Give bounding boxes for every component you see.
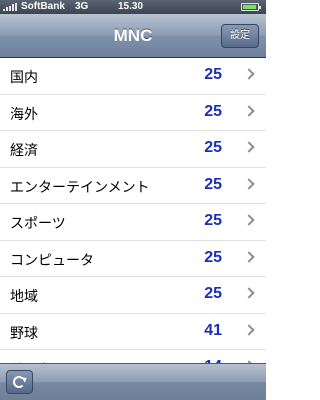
refresh-icon [13, 376, 25, 388]
bottom-toolbar [0, 363, 266, 400]
article-count: 25 [204, 139, 222, 156]
category-label: コンピュータ [10, 252, 94, 269]
category-list: 国内 25 海外 25 経済 25 エンターテインメント 25 スポーツ 25 コンピュータ 25 地域… [0, 58, 266, 363]
category-label: 国内 [10, 70, 38, 86]
battery-level [243, 5, 256, 9]
chevron-right-icon [243, 287, 255, 299]
list-item[interactable]: 国内 25 [0, 58, 266, 95]
chevron-right-icon [243, 141, 255, 153]
chevron-right-icon [243, 177, 255, 190]
category-label: 地域 [10, 289, 38, 305]
list-item[interactable]: 野球 41 [0, 313, 266, 350]
list-item[interactable]: エンターテインメント 25 [0, 167, 266, 204]
navigation-bar: MNC 設定 [0, 14, 266, 58]
article-count: 25 [204, 248, 222, 266]
list-item[interactable]: コンピュータ 25 [0, 240, 266, 277]
category-label: 経済 [10, 143, 38, 159]
battery-icon [241, 3, 261, 11]
category-label: 野球 [10, 325, 38, 342]
article-count: 25 [204, 102, 222, 120]
article-count: 25 [204, 66, 222, 83]
settings-button[interactable]: 設定 [221, 24, 259, 48]
chevron-right-icon [243, 68, 255, 80]
status-time: 15.30 [118, 1, 144, 12]
signal-strength-icon [3, 3, 19, 11]
list-item[interactable]: 経済 25 [0, 131, 266, 168]
chevron-right-icon [243, 250, 255, 263]
chevron-right-icon [243, 214, 255, 226]
list-item[interactable]: 海外 25 [0, 94, 266, 131]
status-bar: SoftBank 3G 15.30 [0, 0, 266, 14]
article-count: 41 [204, 321, 222, 339]
category-label: 海外 [10, 106, 38, 123]
article-count: 25 [204, 175, 222, 193]
refresh-button[interactable] [6, 370, 33, 394]
chevron-right-icon [243, 104, 255, 117]
list-item[interactable]: スポーツ 25 [0, 204, 266, 241]
carrier-name: SoftBank [21, 1, 65, 12]
list-item[interactable]: 地域 25 [0, 277, 266, 314]
article-count: 25 [204, 212, 222, 229]
category-label: スポーツ [10, 216, 66, 232]
chevron-right-icon [243, 323, 255, 336]
article-count: 25 [204, 285, 222, 302]
network-type: 3G [75, 1, 89, 12]
category-label: エンターテインメント [10, 179, 150, 196]
list-item[interactable]: サッカー14 [0, 350, 266, 363]
